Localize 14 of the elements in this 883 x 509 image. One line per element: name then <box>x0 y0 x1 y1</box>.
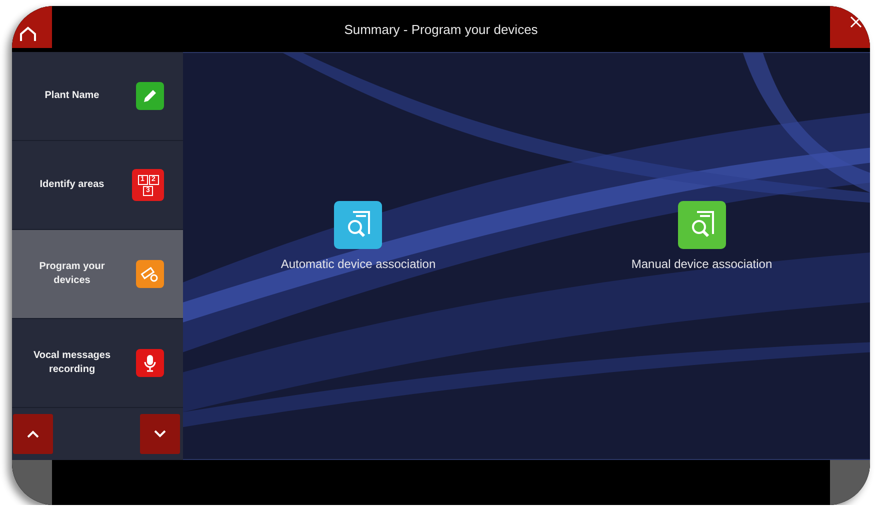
document-search-icon <box>678 201 726 249</box>
home-button[interactable] <box>12 6 52 48</box>
sidebar-item[interactable]: Program your devices <box>12 230 183 319</box>
document-search-icon <box>334 201 382 249</box>
close-icon <box>850 16 862 28</box>
chevron-up-icon <box>27 430 39 438</box>
window-title: Summary - Program your devices <box>344 22 538 36</box>
remote-control-icon <box>136 260 164 288</box>
pencil-icon <box>136 82 164 110</box>
association-button[interactable]: Manual device association <box>631 201 772 271</box>
home-icon <box>19 26 37 42</box>
microphone-icon <box>136 349 164 377</box>
chevron-down-icon <box>154 430 166 438</box>
association-button[interactable]: Automatic device association <box>280 201 436 271</box>
